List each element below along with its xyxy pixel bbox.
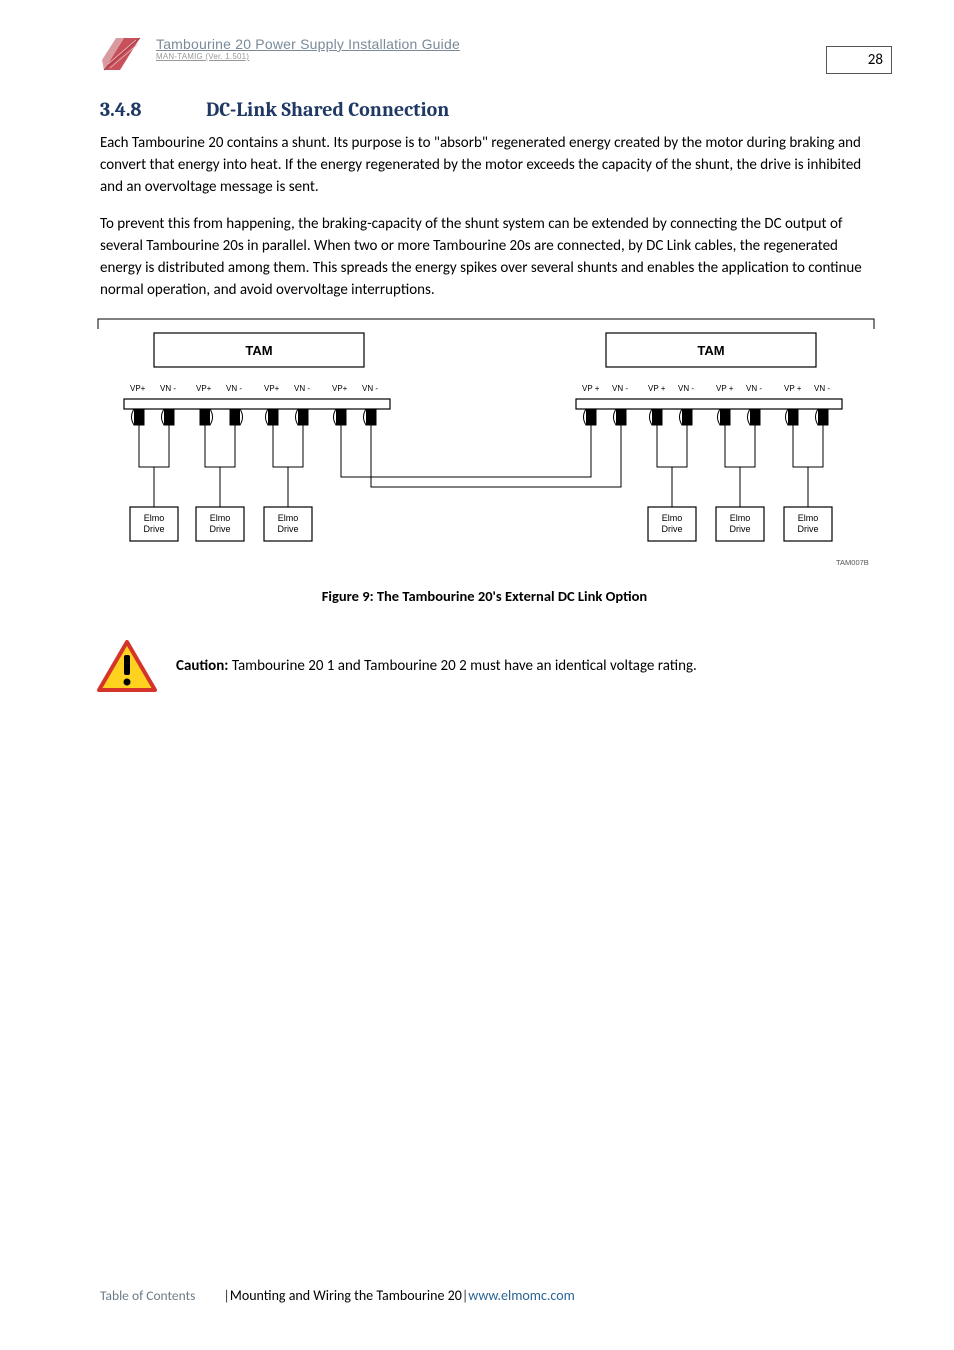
doc-title: Tambourine 20 Power Supply Installation … xyxy=(156,36,869,52)
svg-text:VP +: VP + xyxy=(648,384,666,393)
svg-text:Drive: Drive xyxy=(143,524,164,534)
svg-text:VP +: VP + xyxy=(784,384,802,393)
svg-text:VN -: VN - xyxy=(362,384,378,393)
logo-icon xyxy=(100,30,144,74)
svg-text:TAM007B: TAM007B xyxy=(836,558,869,567)
footer-chapter: Mounting and Wiring the Tambourine 20 xyxy=(230,1287,462,1304)
section-title: DC-Link Shared Connection xyxy=(206,98,449,121)
svg-text:VP+: VP+ xyxy=(264,384,280,393)
section-heading: 3.4.8DC-Link Shared Connection xyxy=(100,98,869,121)
svg-text:VP+: VP+ xyxy=(130,384,146,393)
svg-text:Drive: Drive xyxy=(797,524,818,534)
svg-text:VN -: VN - xyxy=(746,384,762,393)
footer: Table of Contents |Mounting and Wiring t… xyxy=(100,1287,869,1304)
svg-text:Drive: Drive xyxy=(277,524,298,534)
page-number: 28 xyxy=(826,46,892,74)
footer-toc[interactable]: Table of Contents xyxy=(100,1287,195,1304)
svg-text:VN -: VN - xyxy=(678,384,694,393)
figure-dc-link: TAM VP+ VN - VP+ VN - VP+ VN - VP+ VN - xyxy=(96,317,869,577)
svg-text:VP +: VP + xyxy=(582,384,600,393)
paragraph-2: To prevent this from happening, the brak… xyxy=(100,214,869,301)
figure-caption: Figure 9: The Tambourine 20's External D… xyxy=(100,587,869,605)
caution-text: Tambourine 20 1 and Tambourine 20 2 must… xyxy=(228,657,696,675)
svg-text:VP+: VP+ xyxy=(196,384,212,393)
footer-url[interactable]: www.elmomc.com xyxy=(468,1287,575,1304)
doc-version: MAN-TAMIG (Ver. 1.501) xyxy=(156,52,869,61)
svg-text:Elmo: Elmo xyxy=(730,513,751,523)
svg-text:Elmo: Elmo xyxy=(798,513,819,523)
svg-text:Elmo: Elmo xyxy=(210,513,231,523)
svg-text:TAM: TAM xyxy=(697,343,724,358)
svg-text:Elmo: Elmo xyxy=(662,513,683,523)
svg-text:VN -: VN - xyxy=(160,384,176,393)
paragraph-1: Each Tambourine 20 contains a shunt. Its… xyxy=(100,133,869,198)
svg-text:VN -: VN - xyxy=(226,384,242,393)
svg-text:Drive: Drive xyxy=(209,524,230,534)
svg-text:Drive: Drive xyxy=(661,524,682,534)
svg-text:TAM: TAM xyxy=(245,343,272,358)
warning-icon xyxy=(96,639,158,693)
svg-text:Elmo: Elmo xyxy=(144,513,165,523)
svg-text:Elmo: Elmo xyxy=(278,513,299,523)
svg-text:Drive: Drive xyxy=(729,524,750,534)
svg-text:VN -: VN - xyxy=(814,384,830,393)
section-number: 3.4.8 xyxy=(100,98,206,121)
svg-text:VN -: VN - xyxy=(294,384,310,393)
caution-block: Caution: Tambourine 20 1 and Tambourine … xyxy=(96,639,869,693)
header: Tambourine 20 Power Supply Installation … xyxy=(100,30,869,74)
svg-text:VN -: VN - xyxy=(612,384,628,393)
caution-label: Caution: xyxy=(176,657,228,675)
svg-text:VP +: VP + xyxy=(716,384,734,393)
svg-text:VP+: VP+ xyxy=(332,384,348,393)
